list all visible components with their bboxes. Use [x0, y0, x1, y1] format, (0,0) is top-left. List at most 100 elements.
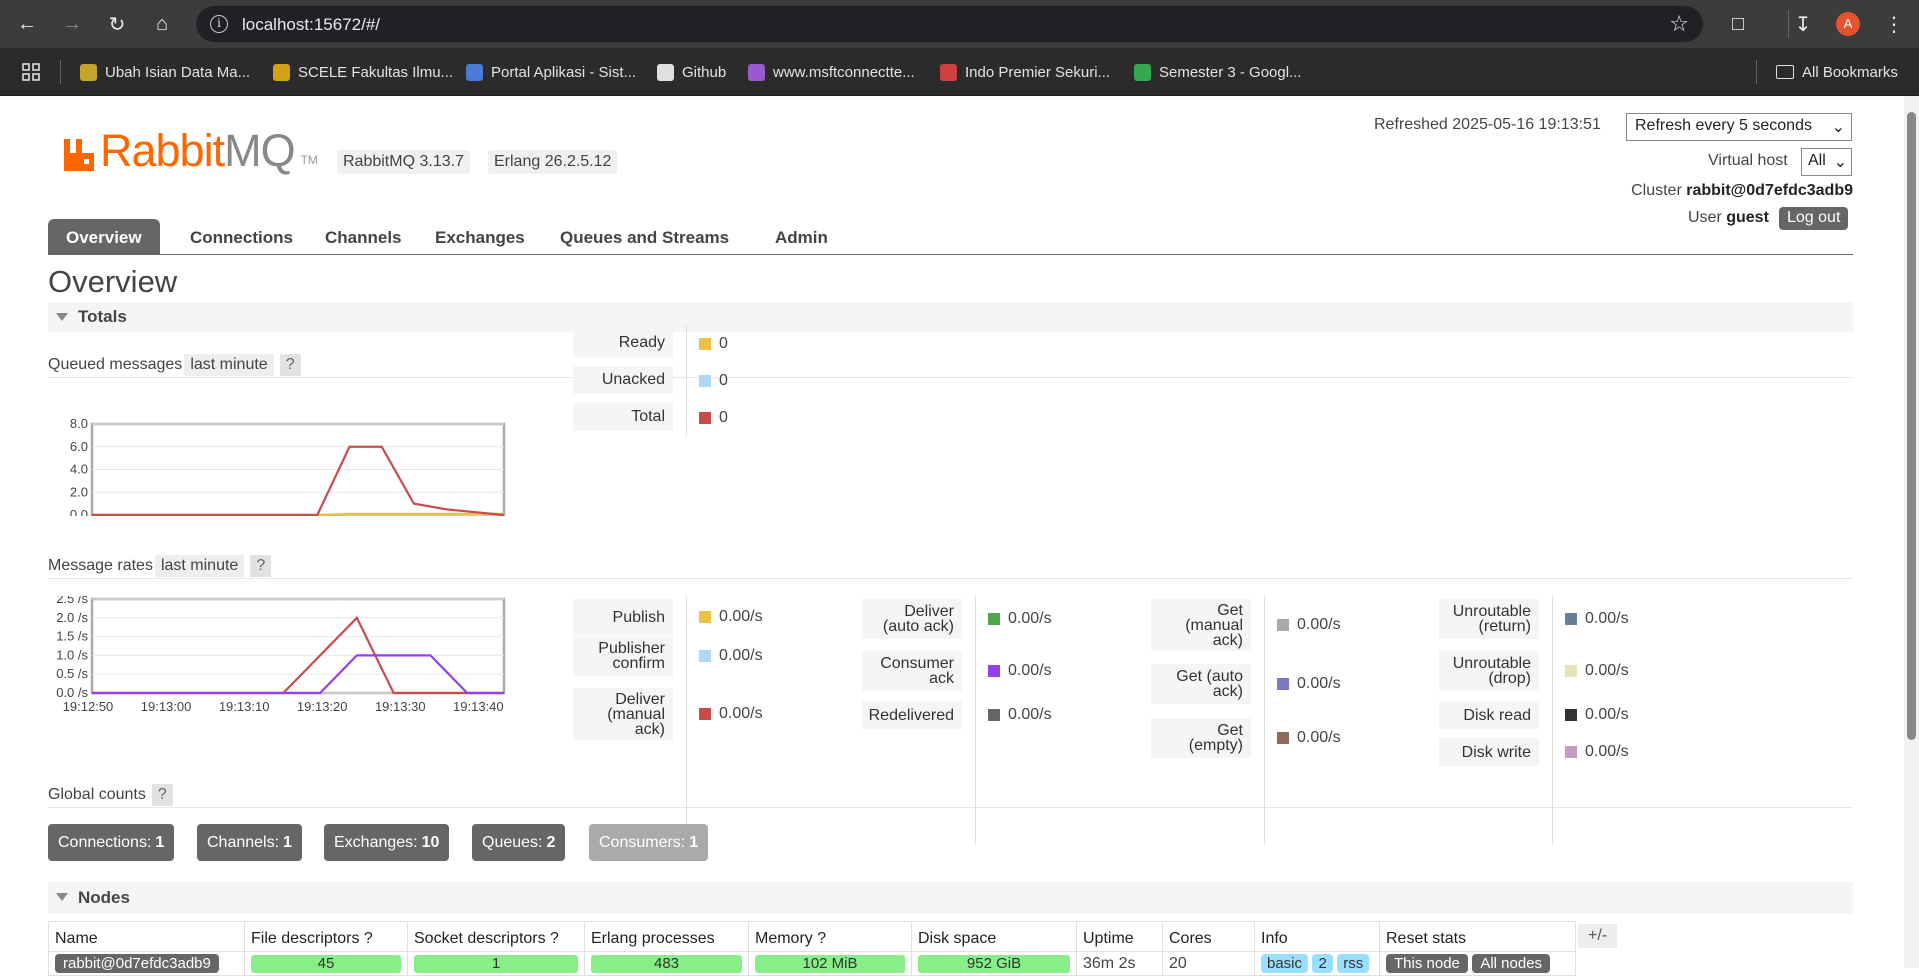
legend-label: Get (empty) — [1151, 718, 1251, 758]
y-tick-label: 8.0 — [70, 416, 88, 431]
column-header[interactable]: Cores — [1162, 921, 1255, 952]
refresh-interval-select[interactable]: Refresh every 5 seconds ⌄ — [1626, 113, 1852, 141]
back-icon[interactable]: ← — [13, 10, 41, 38]
bookmark-item[interactable]: SCELE Fakultas Ilmu... — [273, 61, 453, 83]
legend-swatch — [699, 338, 711, 350]
scrollbar-thumb[interactable] — [1907, 112, 1916, 740]
tab-channels[interactable]: Channels — [307, 219, 420, 255]
folder-icon — [1776, 65, 1794, 79]
bookmarks-divider — [60, 60, 61, 84]
tab-admin[interactable]: Admin — [757, 219, 846, 255]
nodes-section-header[interactable]: Nodes — [48, 882, 1853, 914]
url-text[interactable]: localhost:15672/#/ — [242, 15, 380, 35]
legend-value-text: 0.00/s — [1008, 610, 1052, 627]
column-header[interactable]: Disk space — [911, 921, 1077, 952]
legend-value-text: 0.00/s — [1585, 610, 1629, 627]
column-header[interactable]: Uptime — [1076, 921, 1163, 952]
columns-toggle-button[interactable]: +/- — [1578, 924, 1618, 948]
legend-value: 0.00/s — [699, 647, 763, 665]
legend-swatch — [1565, 746, 1577, 758]
forward-icon[interactable]: → — [58, 10, 86, 38]
bookmark-item[interactable]: Indo Premier Sekuri... — [940, 61, 1110, 83]
bookmark-label: Semester 3 - Googl... — [1159, 63, 1302, 81]
legend-label: Total — [573, 403, 673, 431]
disk-space-bar: 952 GiB — [918, 954, 1070, 973]
range-pill[interactable]: last minute — [184, 354, 274, 376]
bookmark-item[interactable]: www.msftconnectte... — [748, 61, 915, 83]
global-count-queues-button[interactable]: Queues: 2 — [472, 824, 566, 861]
node-name-link[interactable]: rabbit@0d7efdc3adb9 — [55, 954, 219, 973]
y-tick-label: 2.0 — [70, 484, 88, 499]
global-count-label: Connections: — [58, 834, 152, 851]
erlang-processes-bar: 483 — [591, 954, 742, 973]
column-header[interactable]: File descriptors ? — [244, 921, 408, 952]
legend-swatch — [988, 613, 1000, 625]
legend-value: 0.00/s — [1277, 675, 1341, 693]
global-count-value: 1 — [155, 834, 165, 851]
column-header[interactable]: Memory ? — [748, 921, 912, 952]
global-count-label: Consumers: — [599, 834, 686, 851]
x-tick-label: 19:13:30 — [375, 699, 426, 714]
help-button[interactable]: ? — [250, 555, 272, 577]
global-count-connections-button[interactable]: Connections: 1 — [48, 824, 175, 861]
column-header[interactable]: Reset stats — [1379, 921, 1576, 952]
download-icon[interactable]: ↧ — [1789, 10, 1817, 38]
bookmark-star-icon[interactable]: ☆ — [1669, 11, 1689, 37]
refreshed-timestamp: Refreshed 2025-05-16 19:13:51 — [1374, 116, 1601, 133]
global-count-channels-button[interactable]: Channels: 1 — [197, 824, 302, 861]
x-tick-label: 19:13:40 — [453, 699, 504, 714]
bookmark-item[interactable]: Github — [657, 61, 726, 83]
column-header[interactable]: Erlang processes — [584, 921, 749, 952]
legend-value: 0.00/s — [988, 706, 1052, 724]
help-button[interactable]: ? — [279, 354, 301, 376]
y-tick-label: 2.0 /s — [56, 610, 88, 625]
totals-section-header[interactable]: Totals — [48, 302, 1853, 332]
legend-swatch — [1565, 613, 1577, 625]
reset-all-nodes-button[interactable]: All nodes — [1472, 954, 1551, 973]
menu-icon[interactable]: ⋮ — [1880, 10, 1908, 38]
apps-grid-icon[interactable] — [22, 61, 40, 83]
profile-avatar[interactable]: A — [1836, 12, 1860, 36]
chevron-down-icon: ⌄ — [1833, 154, 1847, 171]
help-button[interactable]: ? — [151, 784, 173, 806]
bookmark-item[interactable]: Ubah Isian Data Ma... — [80, 61, 250, 83]
tab-overview[interactable]: Overview — [48, 219, 160, 255]
legend-label: Ready — [573, 329, 673, 357]
y-tick-label: 0.5 /s — [56, 666, 88, 681]
extensions-icon[interactable]: □ — [1724, 10, 1752, 38]
address-bar[interactable]: i localhost:15672/#/ ☆ — [196, 6, 1703, 42]
reset-this-node-button[interactable]: This node — [1386, 954, 1468, 973]
legend-swatch — [1277, 678, 1289, 690]
global-count-value: 1 — [283, 834, 292, 851]
column-header[interactable]: Name — [48, 921, 245, 952]
column-header[interactable]: Info — [1254, 921, 1380, 952]
info-basic-badge[interactable]: basic — [1261, 954, 1309, 973]
tab-connections[interactable]: Connections — [172, 219, 311, 255]
legend-value-text: 0.00/s — [1297, 675, 1341, 692]
site-info-icon[interactable]: i — [210, 15, 228, 33]
tab-queues-and-streams[interactable]: Queues and Streams — [542, 219, 747, 255]
virtual-host-select[interactable]: All ⌄ — [1801, 148, 1852, 176]
tab-exchanges[interactable]: Exchanges — [417, 219, 543, 255]
reload-icon[interactable]: ↻ — [103, 10, 131, 38]
browser-toolbar: ← → ↻ ⌂ i localhost:15672/#/ ☆ □ ↧ A ⋮ — [0, 0, 1919, 48]
file-descriptors-bar: 45 — [251, 954, 401, 973]
all-bookmarks-button[interactable]: All Bookmarks — [1776, 61, 1898, 83]
legend-value-text: 0 — [719, 372, 728, 389]
global-count-consumers-button[interactable]: Consumers: 1 — [589, 824, 709, 861]
info-count-badge[interactable]: 2 — [1312, 954, 1333, 973]
info-rss-badge[interactable]: rss — [1337, 954, 1370, 973]
cores-value: 20 — [1162, 951, 1255, 976]
legend-value-text: 0.00/s — [1008, 662, 1052, 679]
table-row: rabbit@0d7efdc3adb9 45 1 483 102 MiB 952… — [48, 951, 1576, 976]
legend-value: 0.00/s — [988, 662, 1052, 680]
bookmark-item[interactable]: Portal Aplikasi - Sist... — [466, 61, 636, 83]
bookmark-item[interactable]: Semester 3 - Googl... — [1134, 61, 1302, 83]
global-count-exchanges-button[interactable]: Exchanges: 10 — [324, 824, 450, 861]
column-header[interactable]: Socket descriptors ? — [407, 921, 585, 952]
home-icon[interactable]: ⌂ — [148, 10, 176, 38]
y-tick-label: 4.0 — [70, 462, 88, 477]
range-pill[interactable]: last minute — [154, 555, 245, 577]
bookmark-favicon-icon — [80, 63, 97, 81]
global-counts-header: Global counts? — [48, 784, 1853, 808]
